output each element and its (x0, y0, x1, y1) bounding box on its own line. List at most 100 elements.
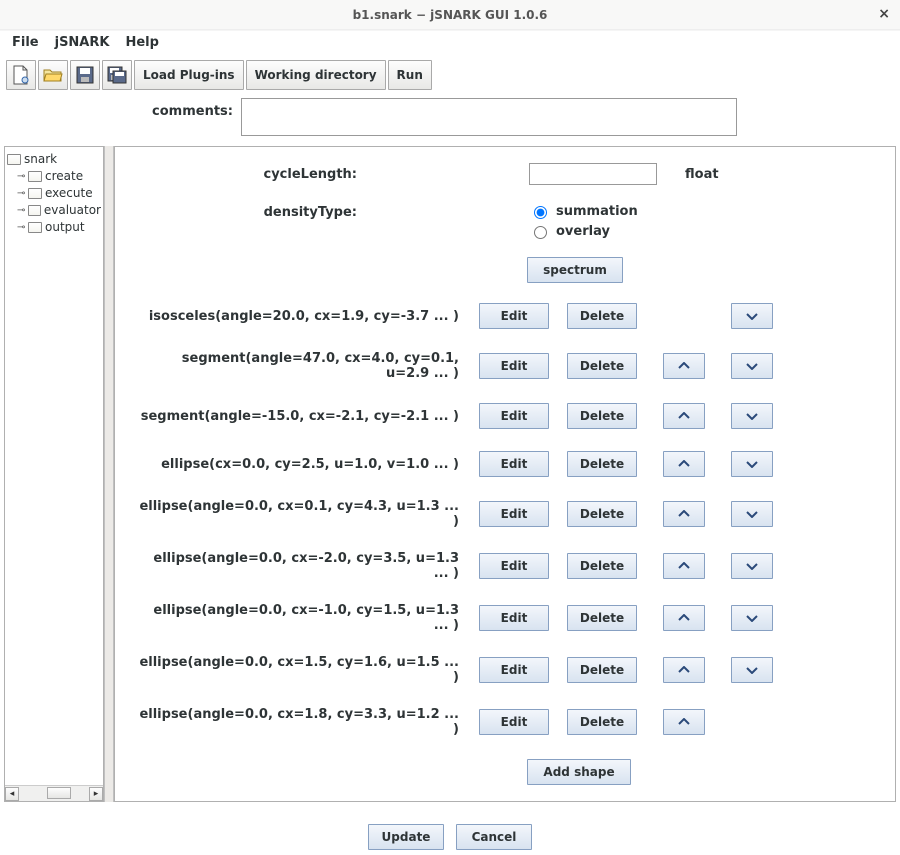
move-up-button[interactable] (663, 553, 705, 579)
move-up-button[interactable] (663, 353, 705, 379)
open-file-icon[interactable] (38, 60, 68, 90)
radio-overlay-label: overlay (556, 224, 610, 239)
delete-button[interactable]: Delete (567, 605, 637, 631)
run-button[interactable]: Run (388, 60, 432, 90)
move-down-button[interactable] (731, 501, 773, 527)
tree-node-evaluator[interactable]: ⊸ evaluator (17, 202, 101, 219)
tree-root[interactable]: snark (7, 151, 101, 168)
radio-summation[interactable]: summation (529, 203, 638, 219)
tree: snark ⊸ create ⊸ execute ⊸ evaluator (5, 147, 103, 240)
tree-node-output[interactable]: ⊸ output (17, 219, 101, 236)
load-plugins-button[interactable]: Load Plug-ins (134, 60, 244, 90)
shape-text: segment(angle=47.0, cx=4.0, cy=0.1, u=2.… (139, 351, 479, 381)
folder-icon (28, 171, 42, 182)
scroll-left-icon[interactable]: ◂ (5, 787, 19, 801)
move-down-button[interactable] (731, 605, 773, 631)
tree-node-execute[interactable]: ⊸ execute (17, 185, 101, 202)
update-button[interactable]: Update (368, 824, 444, 850)
move-down-button[interactable] (731, 303, 773, 329)
tree-node-create[interactable]: ⊸ create (17, 168, 101, 185)
tree-label: create (45, 168, 83, 185)
menu-help[interactable]: Help (119, 33, 164, 52)
move-down-button[interactable] (731, 403, 773, 429)
move-up-button[interactable] (663, 605, 705, 631)
expand-icon[interactable]: ⊸ (17, 202, 25, 219)
edit-button[interactable]: Edit (479, 403, 549, 429)
expand-icon[interactable]: ⊸ (17, 219, 25, 236)
horizontal-scrollbar[interactable]: ◂ ▸ (5, 785, 103, 801)
move-up-button[interactable] (663, 451, 705, 477)
menu-file[interactable]: File (6, 33, 45, 52)
shape-text: isosceles(angle=20.0, cx=1.9, cy=-3.7 ..… (139, 309, 479, 324)
shape-buttons: Edit Delete (479, 657, 819, 683)
shape-buttons: Edit Delete (479, 709, 819, 735)
close-icon[interactable]: × (878, 6, 890, 22)
shape-text: ellipse(angle=0.0, cx=0.1, cy=4.3, u=1.3… (139, 499, 479, 529)
radio-overlay[interactable]: overlay (529, 223, 638, 239)
edit-button[interactable]: Edit (479, 451, 549, 477)
expand-icon[interactable]: ⊸ (17, 168, 25, 185)
folder-icon (28, 222, 42, 233)
move-up-button[interactable] (663, 501, 705, 527)
expand-icon[interactable]: ⊸ (17, 185, 25, 202)
edit-button[interactable]: Edit (479, 553, 549, 579)
shape-row: ellipse(angle=0.0, cx=-2.0, cy=3.5, u=1.… (139, 551, 871, 581)
shape-buttons: Edit Delete (479, 403, 819, 429)
edit-button[interactable]: Edit (479, 501, 549, 527)
shape-row: ellipse(angle=0.0, cx=1.8, cy=3.3, u=1.2… (139, 707, 871, 737)
scroll-thumb[interactable] (47, 787, 71, 799)
delete-button[interactable]: Delete (567, 501, 637, 527)
delete-button[interactable]: Delete (567, 303, 637, 329)
comments-row: comments: (0, 96, 900, 144)
move-up-button[interactable] (663, 709, 705, 735)
edit-button[interactable]: Edit (479, 303, 549, 329)
radio-summation-input[interactable] (534, 206, 547, 219)
new-file-icon[interactable] (6, 60, 36, 90)
move-down-button[interactable] (731, 353, 773, 379)
cyclelength-row: cycleLength: float (139, 163, 871, 185)
radio-summation-label: summation (556, 204, 638, 219)
radio-overlay-input[interactable] (534, 226, 547, 239)
edit-button[interactable]: Edit (479, 657, 549, 683)
densitytype-label: densityType: (139, 203, 389, 220)
cyclelength-type: float (657, 167, 719, 182)
split-divider[interactable] (104, 146, 114, 802)
add-shape-button[interactable]: Add shape (527, 759, 631, 785)
working-directory-button[interactable]: Working directory (246, 60, 386, 90)
shape-text: ellipse(angle=0.0, cx=-2.0, cy=3.5, u=1.… (139, 551, 479, 581)
comments-input[interactable] (241, 98, 737, 136)
cyclelength-input[interactable] (529, 163, 657, 185)
save-icon[interactable] (70, 60, 100, 90)
delete-button[interactable]: Delete (567, 657, 637, 683)
menu-jsnark[interactable]: jSNARK (49, 33, 116, 52)
spectrum-row: spectrum (527, 257, 871, 283)
scroll-right-icon[interactable]: ▸ (89, 787, 103, 801)
delete-button[interactable]: Delete (567, 553, 637, 579)
shape-text: segment(angle=-15.0, cx=-2.1, cy=-2.1 ..… (139, 409, 479, 424)
save-as-icon[interactable] (102, 60, 132, 90)
edit-button[interactable]: Edit (479, 709, 549, 735)
delete-button[interactable]: Delete (567, 403, 637, 429)
shape-row: segment(angle=47.0, cx=4.0, cy=0.1, u=2.… (139, 351, 871, 381)
move-down-button[interactable] (731, 657, 773, 683)
window-title: b1.snark − jSNARK GUI 1.0.6 (353, 8, 548, 22)
shape-row: ellipse(cx=0.0, cy=2.5, u=1.0, v=1.0 ...… (139, 451, 871, 477)
move-down-button[interactable] (731, 553, 773, 579)
move-up-button[interactable] (663, 657, 705, 683)
folder-icon (28, 188, 42, 199)
split-pane: snark ⊸ create ⊸ execute ⊸ evaluator (0, 144, 900, 804)
spectrum-button[interactable]: spectrum (527, 257, 623, 283)
shape-buttons: Edit Delete (479, 501, 819, 527)
edit-button[interactable]: Edit (479, 353, 549, 379)
delete-button[interactable]: Delete (567, 353, 637, 379)
scroll-track[interactable] (19, 787, 89, 801)
densitytype-row: densityType: summation overlay (139, 203, 871, 239)
tree-root-label: snark (24, 151, 57, 168)
addshape-row: Add shape (527, 759, 871, 785)
delete-button[interactable]: Delete (567, 451, 637, 477)
move-down-button[interactable] (731, 451, 773, 477)
cancel-button[interactable]: Cancel (456, 824, 532, 850)
delete-button[interactable]: Delete (567, 709, 637, 735)
move-up-button[interactable] (663, 403, 705, 429)
edit-button[interactable]: Edit (479, 605, 549, 631)
